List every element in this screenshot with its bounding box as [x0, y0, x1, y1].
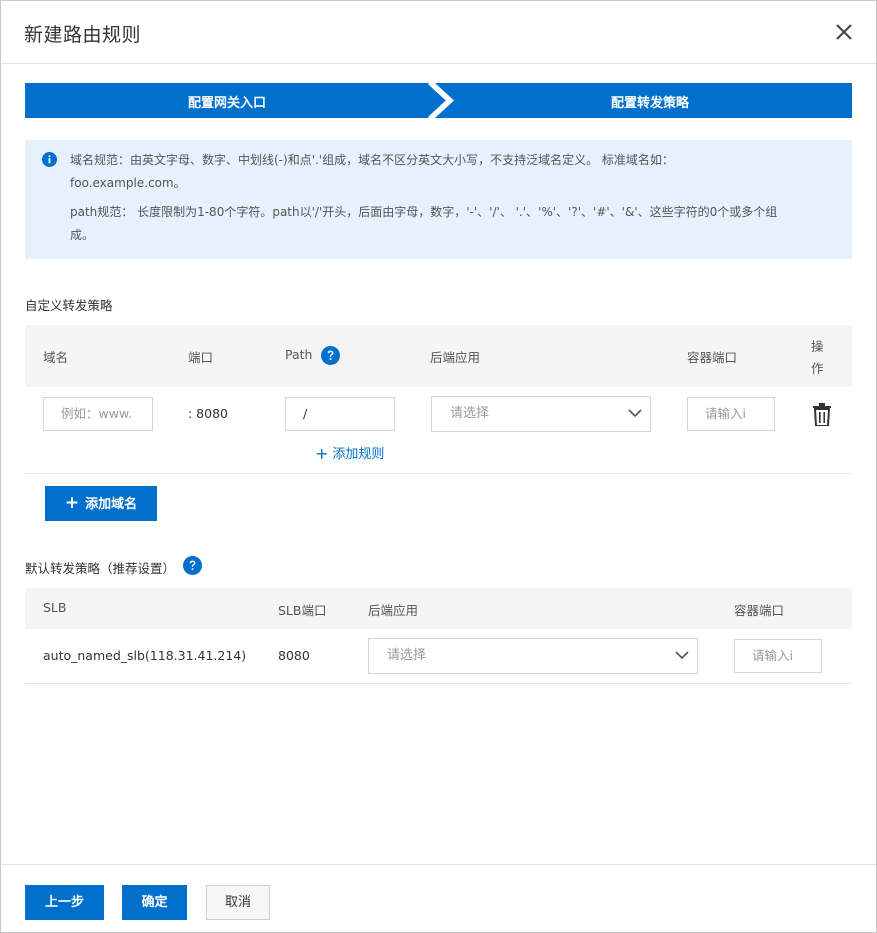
- notice-box: 域名规范：由英文字母、数字、中划线(-)和点'.'组成，域名不区分英文大小写，不…: [25, 140, 852, 259]
- dialog: 新建路由规则 配置网关入口 配置转发策略 域名规范：由英文字母、数字、中划线(-…: [0, 0, 877, 933]
- th-domain: 域名: [43, 350, 69, 365]
- th-slb: SLB: [43, 600, 67, 615]
- custom-port-value: : 8080: [188, 406, 228, 421]
- close-icon[interactable]: [833, 21, 855, 43]
- chevron-down-icon: [628, 409, 642, 418]
- chevron-down-icon: [675, 651, 689, 660]
- dialog-title: 新建路由规则: [24, 24, 142, 46]
- add-domain-label: 添加域名: [85, 497, 138, 512]
- add-rule-label: 添加规则: [332, 447, 385, 462]
- custom-container-port-input[interactable]: 请输入i: [687, 397, 775, 431]
- step-2-label: 配置转发策略: [610, 96, 689, 111]
- step-1-label: 配置网关入口: [187, 96, 266, 111]
- th-slb-port: SLB端口: [278, 603, 327, 618]
- notice-line-1: 域名规范：由英文字母、数字、中划线(-)和点'.'组成，域名不区分英文大小写，不…: [70, 153, 674, 167]
- footer-divider: [1, 864, 876, 865]
- default-container-port-input[interactable]: 请输入i: [734, 639, 822, 673]
- add-rule-link[interactable]: + 添加规则: [315, 443, 384, 463]
- th-action-1: 操: [811, 339, 824, 354]
- domain-input[interactable]: 例如：www.: [43, 397, 153, 431]
- th-backend: 后端应用: [430, 350, 481, 365]
- question-icon[interactable]: [183, 556, 202, 575]
- default-backend-placeholder: 请选择: [387, 648, 427, 663]
- th-default-backend: 后端应用: [368, 603, 419, 618]
- default-table-header: SLB SLB端口 后端应用 容器端口: [25, 588, 852, 629]
- default-backend-select[interactable]: 请选择: [368, 638, 698, 674]
- prev-step-button[interactable]: 上一步: [25, 885, 104, 920]
- info-icon: [42, 152, 57, 167]
- dialog-header: 新建路由规则: [1, 1, 876, 64]
- trash-icon[interactable]: [812, 403, 832, 426]
- th-action-2: 作: [811, 361, 824, 376]
- step-indicator: 配置网关入口 配置转发策略: [25, 83, 852, 118]
- th-default-container-port: 容器端口: [734, 603, 785, 618]
- slb-name: auto_named_slb(118.31.41.214): [43, 648, 247, 663]
- custom-table-bottom-line: [25, 473, 852, 474]
- plus-icon: +: [64, 493, 80, 513]
- notice-line-2: foo.example.com。: [70, 176, 186, 190]
- plus-icon: +: [315, 444, 329, 463]
- default-policy-title: 默认转发策略（推荐设置）: [25, 561, 176, 576]
- custom-policy-title: 自定义转发策略: [25, 298, 113, 313]
- notice-line-3: path规范： 长度限制为1-80个字符。path以'/'开头，后面由字母，数字…: [70, 205, 778, 219]
- default-table-bottom-line: [25, 683, 852, 684]
- th-container-port: 容器端口: [687, 350, 738, 365]
- notice-line-4: 成。: [70, 228, 95, 242]
- question-icon[interactable]: [321, 346, 340, 365]
- custom-table-header: 域名 端口 Path 后端应用 容器端口 操 作: [25, 325, 852, 387]
- th-path: Path: [285, 347, 313, 362]
- th-port: 端口: [188, 350, 214, 365]
- cancel-button[interactable]: 取消: [206, 885, 270, 920]
- slb-port-value: 8080: [278, 648, 310, 663]
- path-input[interactable]: /: [285, 397, 395, 431]
- custom-backend-placeholder: 请选择: [450, 406, 490, 421]
- confirm-button[interactable]: 确定: [122, 885, 187, 920]
- add-domain-button[interactable]: + 添加域名: [45, 486, 157, 521]
- custom-backend-select[interactable]: 请选择: [431, 396, 651, 432]
